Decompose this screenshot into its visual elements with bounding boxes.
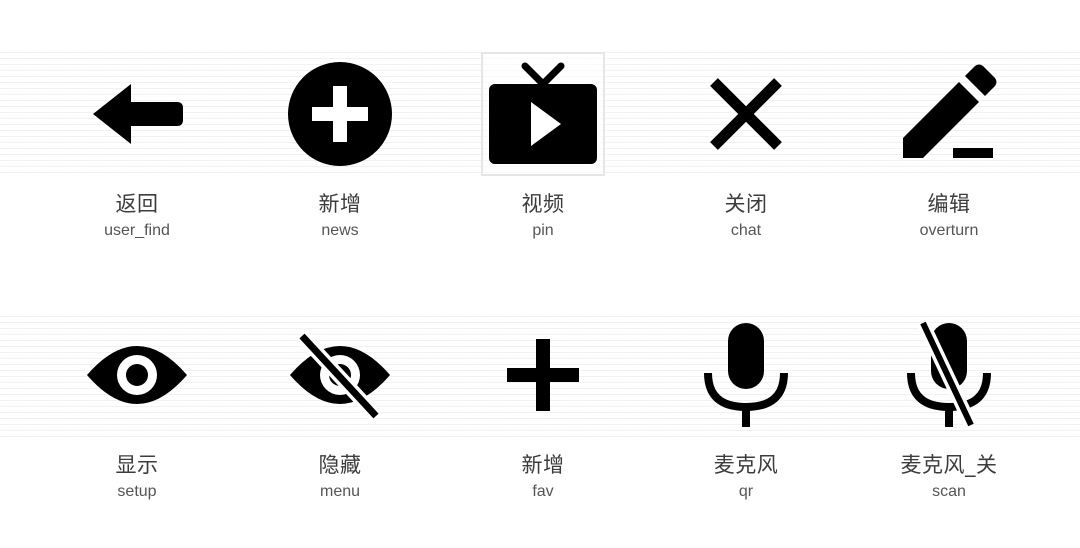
close-icon	[686, 54, 806, 174]
eye-off-icon	[280, 315, 400, 435]
icon-item-hide[interactable]: 隐藏 menu	[238, 315, 442, 515]
arrow-left-icon	[77, 54, 197, 174]
icon-label-en: setup	[117, 483, 157, 500]
icon-label-cn: 关闭	[724, 192, 768, 216]
icon-label-en: pin	[532, 222, 554, 239]
eye-icon	[77, 315, 197, 435]
icon-label-cn: 麦克风	[713, 453, 779, 477]
icon-label-cn: 返回	[115, 192, 159, 216]
plus-circle-icon	[280, 54, 400, 174]
icon-label-en: overturn	[919, 222, 979, 239]
tv-play-icon	[481, 52, 605, 176]
icon-label-cn: 隐藏	[318, 453, 362, 477]
icon-item-add-fav[interactable]: 新增 fav	[441, 315, 645, 515]
icon-item-return[interactable]: 返回 user_find	[35, 54, 239, 254]
icon-item-close[interactable]: 关闭 chat	[644, 54, 848, 254]
pencil-icon	[889, 54, 1009, 174]
icon-label-cn: 编辑	[927, 192, 971, 216]
icon-item-microphone[interactable]: 麦克风 qr	[644, 315, 848, 515]
icon-label-en: menu	[319, 483, 361, 500]
icon-label-en: fav	[532, 483, 554, 500]
icon-label-en: chat	[730, 222, 762, 239]
icon-item-microphone-off[interactable]: 麦克风_关 scan	[847, 315, 1051, 515]
icon-label-en: news	[321, 222, 359, 239]
icon-item-edit[interactable]: 编辑 overturn	[847, 54, 1051, 254]
icon-label-en: user_find	[104, 222, 170, 239]
icon-label-cn: 麦克风_关	[900, 453, 998, 477]
icon-label-cn: 显示	[115, 453, 159, 477]
icon-label-cn: 新增	[318, 192, 362, 216]
plus-icon	[483, 315, 603, 435]
icon-label-cn: 新增	[521, 453, 565, 477]
icon-label-cn: 视频	[521, 192, 565, 216]
icon-item-video[interactable]: 视频 pin	[441, 52, 645, 254]
icon-item-add-news[interactable]: 新增 news	[238, 54, 442, 254]
icon-label-en: scan	[932, 483, 966, 500]
icon-label-en: qr	[738, 483, 754, 500]
microphone-icon	[686, 315, 806, 435]
microphone-off-icon	[889, 315, 1009, 435]
icon-item-show[interactable]: 显示 setup	[35, 315, 239, 515]
